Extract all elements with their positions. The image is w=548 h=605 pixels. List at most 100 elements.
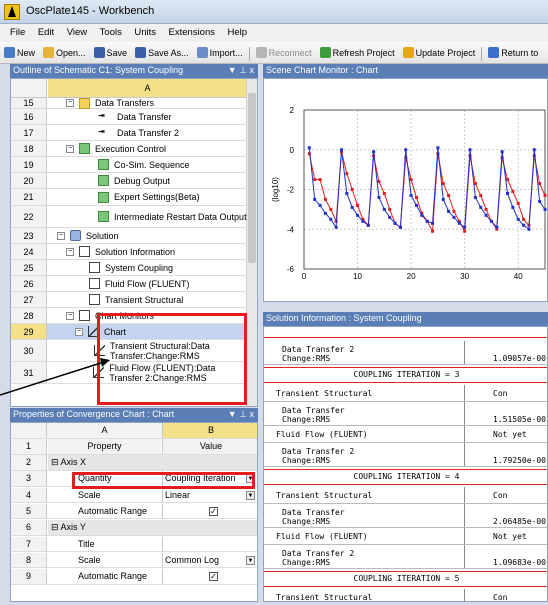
tree-row-label: Debug Output [114,175,171,186]
property-row-number: 2 [11,455,47,470]
property-row[interactable]: 9 Automatic Range ✓ [11,569,257,585]
property-row[interactable]: 6 ⊟ Axis Y [11,520,257,536]
series-point-1 [323,211,327,215]
tree-row[interactable]: 15 − Data Transfers [11,97,247,109]
property-row[interactable]: 4 Scale Linear ▼ [11,487,257,504]
tree-row[interactable]: 24 − Solution Information [11,244,247,260]
quantity-row-highlight [72,472,255,489]
series-point-0 [350,188,354,191]
toolbar-button-6[interactable]: Refresh Project [316,44,399,62]
tree-row[interactable]: 17 ⇥ Data Transfer 2 [11,125,247,141]
log-label: Fluid Flow (FLUENT) [276,430,368,439]
dropdown-arrow-icon[interactable]: ▼ [246,490,255,500]
outline-scroll-thumb[interactable] [248,93,256,263]
tree-row[interactable]: 23 − Solution [11,228,247,244]
tree-row-number: 26 [11,276,47,291]
tree-row-label: Expert Settings(Beta) [114,192,200,202]
menu-units[interactable]: Units [134,27,156,38]
series-point-1 [420,213,424,217]
x-tick-label: 0 [302,272,307,281]
property-value[interactable] [162,536,257,551]
checkbox-checked[interactable]: ✓ [209,506,218,516]
tree-row-content: − Solution [48,228,247,243]
outline-panel-controls[interactable]: ▼ ⊥ x [228,65,254,76]
tree-row[interactable]: 16 ⇥ Data Transfer [11,109,247,125]
toolbar-button-4[interactable]: Import... [193,44,247,62]
properties-panel-controls[interactable]: ▼ ⊥ x [228,409,254,420]
property-group-label[interactable]: ⊟ Axis X [48,455,257,470]
collapse-toggle-icon[interactable]: − [75,327,83,336]
collapse-toggle-icon[interactable]: − [57,231,65,240]
settings-sheet-icon [98,211,109,222]
log-label: Data Transfer Change:RMS [282,406,345,424]
outline-scrollbar[interactable] [246,79,257,406]
document-icon [89,262,100,273]
log-label: Transient Structural [276,491,373,500]
property-value[interactable]: Common Log ▼ [162,552,257,568]
data-transfer-icon: ⇥ [98,127,105,136]
checkbox-checked[interactable]: ✓ [209,572,218,582]
collapse-toggle-icon[interactable]: − [66,144,74,153]
property-value[interactable]: ✓ [162,503,257,519]
menu-extensions[interactable]: Extensions [169,27,215,38]
tree-row[interactable]: 20 Debug Output [11,173,247,189]
toolbar-button-7[interactable]: Update Project [399,44,480,62]
toolbar-button-2[interactable]: Save [90,44,132,62]
property-row[interactable]: 8 Scale Common Log ▼ [11,552,257,569]
log-separator-red [264,367,547,368]
tree-row[interactable]: 25 System Coupling [11,260,247,276]
property-value-text: Common Log [165,554,220,565]
tree-row-content: ⇥ Data Transfer 2 [48,125,247,140]
collapse-toggle-icon[interactable]: ⊟ [51,457,61,467]
toolbar-separator [481,46,483,61]
property-group-label[interactable]: ⊟ Axis Y [48,520,257,535]
series-point-1 [356,213,360,217]
tree-row-number: 24 [11,244,47,259]
property-value[interactable]: Linear ▼ [162,487,257,503]
toolbar-button-3[interactable]: Save As... [131,44,193,62]
tree-row[interactable]: 19 Co-Sim. Sequence [11,157,247,173]
toolbar-button-label: Save [106,48,128,58]
menu-file[interactable]: File [10,27,25,38]
log-label: Data Transfer 2 Change:RMS [282,345,355,363]
collapse-toggle-icon[interactable]: − [66,311,74,320]
y-tick-label: -4 [287,225,295,234]
toolbar-button-8[interactable]: Return to [484,44,542,62]
property-value[interactable]: ✓ [162,569,257,584]
tree-row[interactable]: 22 Intermediate Restart Data Output [11,206,247,228]
toolbar-button-1[interactable]: Open... [39,44,90,62]
tree-row-label: Fluid Flow (FLUENT) [105,278,190,289]
menu-view[interactable]: View [67,27,87,38]
menu-tools[interactable]: Tools [100,27,122,38]
collapse-toggle-icon[interactable]: − [66,99,74,107]
toolbar-button-5[interactable]: Reconnect [252,44,316,62]
menu-edit[interactable]: Edit [38,27,54,38]
collapse-toggle-icon[interactable]: ⊟ [51,522,61,532]
tree-row-content: Fluid Flow (FLUENT) [48,276,247,291]
property-row[interactable]: 7 Title [11,536,257,552]
log-label: Data Transfer 2 Change:RMS [282,447,355,465]
series-point-1 [479,205,483,209]
property-name: Automatic Range [78,571,148,582]
log-label: Transient Structural [276,389,373,398]
reconnect-icon [255,47,267,58]
tree-row-content: Intermediate Restart Data Output [48,206,247,227]
tree-row[interactable]: 21 Expert Settings(Beta) [11,189,247,206]
log-column-divider [464,341,465,364]
dropdown-arrow-icon[interactable]: ▼ [246,555,255,565]
log-row: Fluid Flow (FLUENT) Not yet [264,426,547,443]
x-tick-label: 40 [514,272,523,281]
toolbar-button-label: Import... [209,48,243,58]
outline-column-a-header: A [48,79,247,98]
property-row[interactable]: 5 Automatic Range ✓ [11,503,257,520]
toolbar-button-0[interactable]: New [0,44,39,62]
series-point-0 [543,193,547,197]
tree-row[interactable]: 18 − Execution Control [11,141,247,157]
tree-row[interactable]: 26 Fluid Flow (FLUENT) [11,276,247,292]
series-point-0 [377,180,381,184]
log-value: 1.09057e-00 [493,354,546,363]
collapse-toggle-icon[interactable]: − [66,247,74,256]
property-row[interactable]: 2 ⊟ Axis X [11,455,257,471]
tree-row[interactable]: 27 Transient Structural [11,292,247,308]
menu-help[interactable]: Help [228,27,248,38]
